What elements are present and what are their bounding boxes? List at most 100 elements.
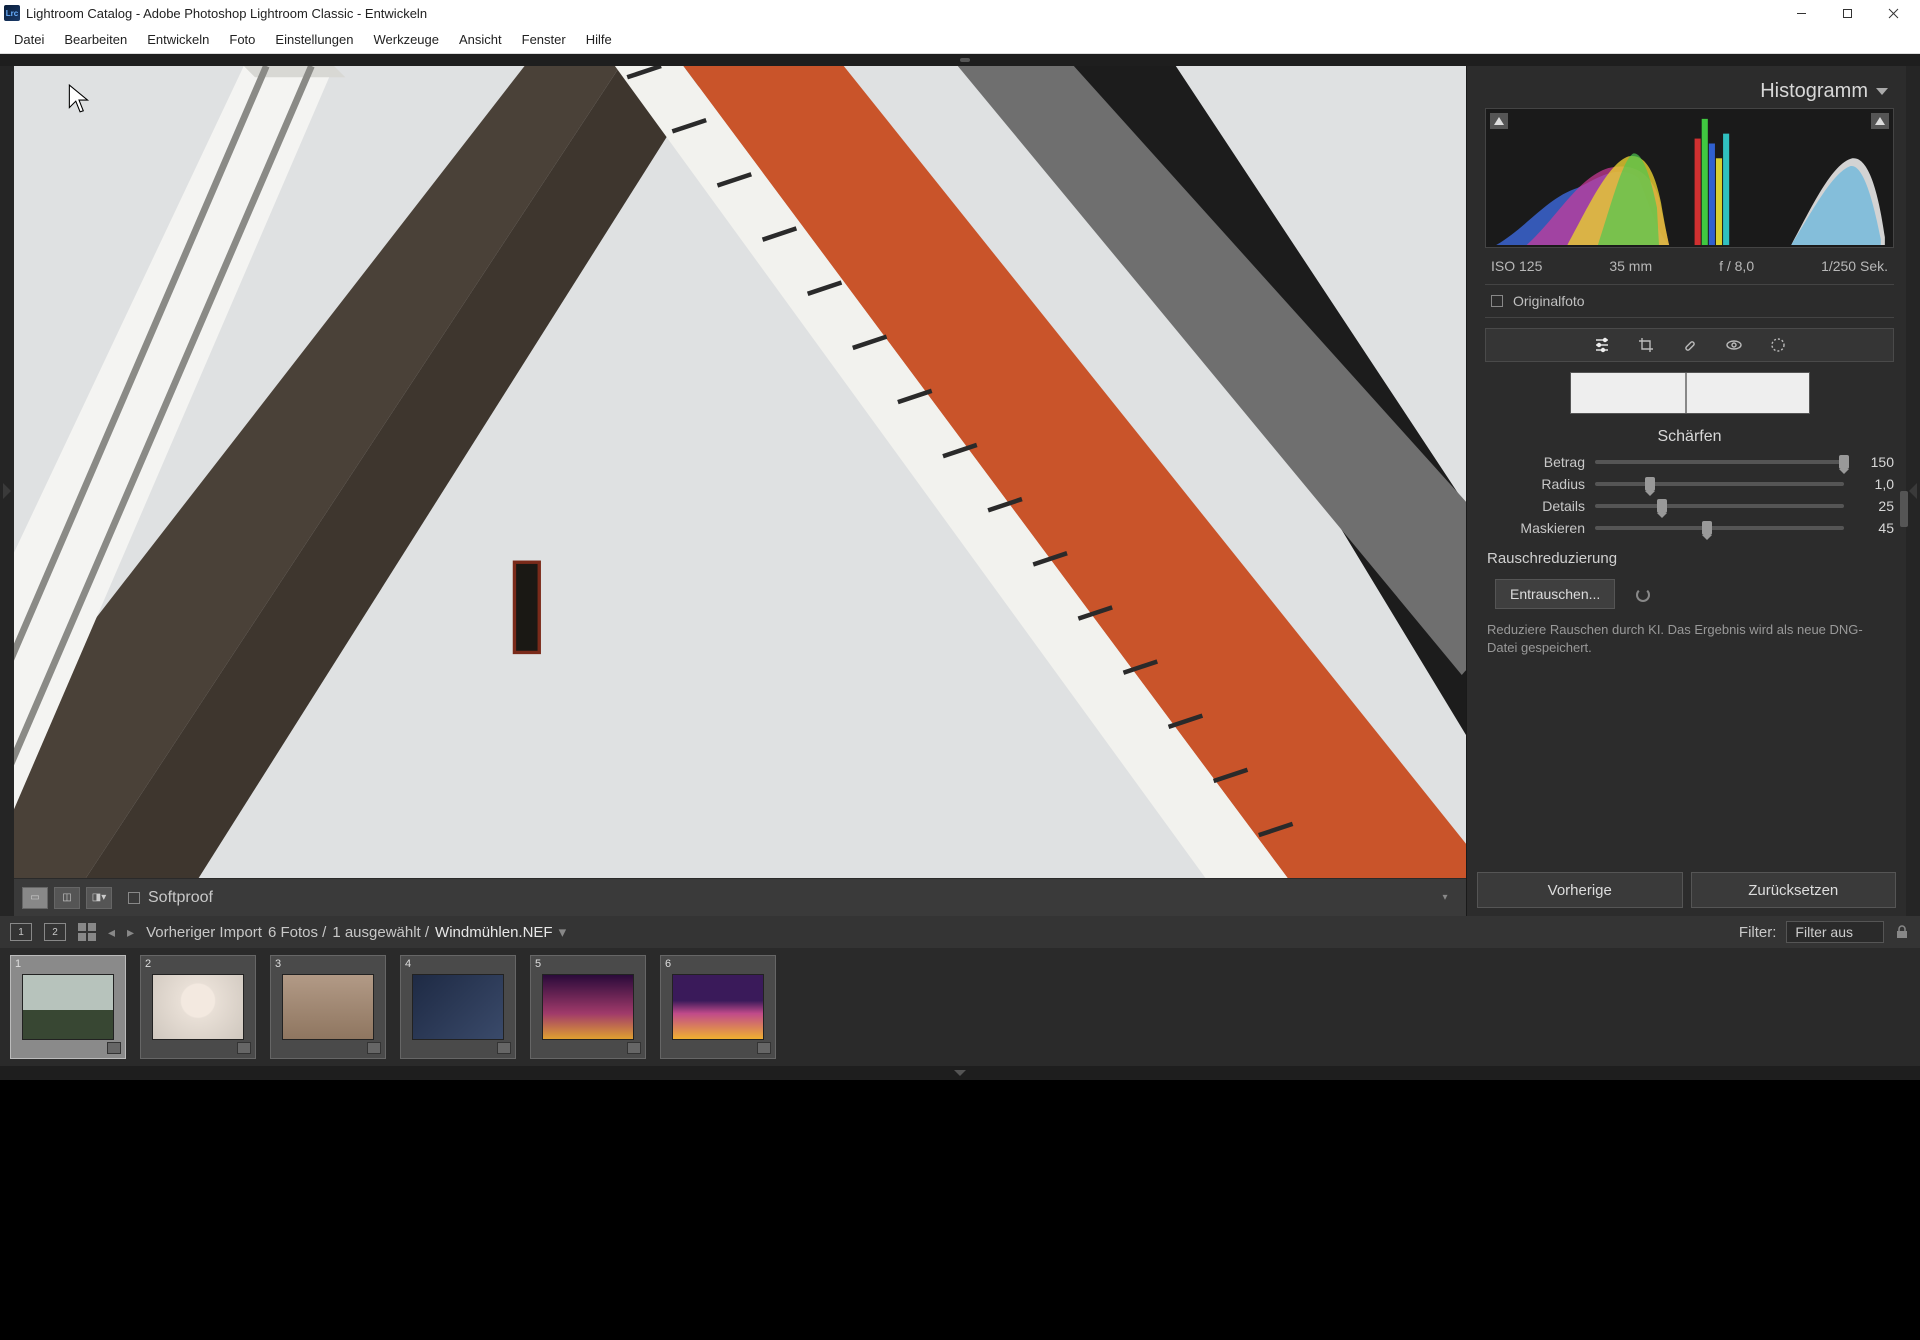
slider-betrag[interactable]: Betrag 150: [1485, 454, 1894, 470]
exif-focal: 35 mm: [1609, 258, 1652, 274]
denoise-button[interactable]: Entrauschen...: [1495, 579, 1615, 609]
redeye-icon[interactable]: [1725, 336, 1743, 354]
menubar: Datei Bearbeiten Entwickeln Foto Einstel…: [0, 26, 1920, 54]
menu-fenster[interactable]: Fenster: [512, 28, 576, 51]
thumb-badge-icon: [107, 1042, 121, 1054]
top-panel-collapsed[interactable]: [0, 54, 1920, 66]
shadow-clip-indicator[interactable]: [1490, 113, 1508, 129]
bottom-panel-collapsed[interactable]: [0, 1066, 1920, 1080]
slider-label: Radius: [1485, 476, 1585, 492]
minimize-button[interactable]: [1778, 0, 1824, 26]
thumb-index: 6: [665, 958, 671, 970]
thumb-badge-icon: [237, 1042, 251, 1054]
tool-strip: [1485, 328, 1894, 362]
nav-fwd-icon[interactable]: ▸: [127, 924, 134, 941]
softproof-checkbox[interactable]: [128, 892, 140, 904]
filmstrip[interactable]: 1 2 3 4 5 6: [0, 948, 1920, 1066]
thumb-badge-icon: [627, 1042, 641, 1054]
edit-sliders-icon[interactable]: [1593, 336, 1611, 354]
histogram[interactable]: [1485, 108, 1894, 248]
slider-label: Betrag: [1485, 454, 1585, 470]
previous-button[interactable]: Vorherige: [1477, 872, 1683, 908]
thumb-image: [152, 974, 244, 1040]
thumbnail[interactable]: 6: [660, 955, 776, 1059]
exif-iso: ISO 125: [1491, 258, 1542, 274]
crumb-selected: 1 ausgewählt /: [332, 924, 429, 941]
before-after-button[interactable]: ◫: [54, 887, 80, 909]
slider-value[interactable]: 25: [1854, 498, 1894, 514]
thumb-index: 1: [15, 958, 21, 970]
slider-value[interactable]: 1,0: [1854, 476, 1894, 492]
maximize-button[interactable]: [1824, 0, 1870, 26]
titlebar: Lrc Lightroom Catalog - Adobe Photoshop …: [0, 0, 1920, 26]
exif-aperture: f / 8,0: [1719, 258, 1754, 274]
reset-button[interactable]: Zurücksetzen: [1691, 872, 1897, 908]
slider-maskieren[interactable]: Maskieren 45: [1485, 520, 1894, 536]
menu-bearbeiten[interactable]: Bearbeiten: [54, 28, 137, 51]
thumbnail[interactable]: 4: [400, 955, 516, 1059]
panel-resize-grip[interactable]: [1900, 491, 1908, 527]
cursor-icon: [68, 84, 90, 114]
sharpen-title: Schärfen: [1485, 428, 1894, 446]
mask-icon[interactable]: [1769, 336, 1787, 354]
loupe-view-button[interactable]: ▭: [22, 887, 48, 909]
crop-icon[interactable]: [1637, 336, 1655, 354]
crumb-count: 6 Fotos /: [268, 924, 326, 941]
denoise-help-text: Reduziere Rauschen durch KI. Das Ergebni…: [1487, 621, 1892, 657]
highlight-clip-indicator[interactable]: [1871, 113, 1889, 129]
develop-right-panel: Histogramm: [1466, 66, 1906, 916]
breadcrumb[interactable]: Vorheriger Import 6 Fotos / 1 ausgewählt…: [146, 923, 566, 941]
thumb-index: 2: [145, 958, 151, 970]
softproof-label: Softproof: [148, 889, 213, 907]
thumbnail[interactable]: 2: [140, 955, 256, 1059]
filter-lock-icon[interactable]: [1894, 924, 1910, 940]
menu-ansicht[interactable]: Ansicht: [449, 28, 512, 51]
menu-datei[interactable]: Datei: [4, 28, 54, 51]
slider-value[interactable]: 45: [1854, 520, 1894, 536]
menu-hilfe[interactable]: Hilfe: [576, 28, 622, 51]
menu-werkzeuge[interactable]: Werkzeuge: [363, 28, 449, 51]
nav-back-icon[interactable]: ◂: [108, 924, 115, 941]
slider-value[interactable]: 150: [1854, 454, 1894, 470]
thumb-badge-icon: [367, 1042, 381, 1054]
toolbar-menu-button[interactable]: ▾: [1432, 887, 1458, 909]
monitor-2-button[interactable]: 2: [44, 923, 66, 941]
filmstrip-toolbar: 1 2 ◂ ▸ Vorheriger Import 6 Fotos / 1 au…: [0, 916, 1920, 948]
monitor-1-button[interactable]: 1: [10, 923, 32, 941]
slider-label: Maskieren: [1485, 520, 1585, 536]
thumb-image: [672, 974, 764, 1040]
slider-radius[interactable]: Radius 1,0: [1485, 476, 1894, 492]
heal-icon[interactable]: [1681, 336, 1699, 354]
thumb-image: [542, 974, 634, 1040]
slider-details[interactable]: Details 25: [1485, 498, 1894, 514]
left-panel-toggle[interactable]: [0, 66, 14, 916]
histogram-title[interactable]: Histogramm: [1760, 80, 1868, 103]
image-preview[interactable]: [14, 66, 1466, 878]
detail-navigator-thumb[interactable]: [1570, 372, 1810, 414]
original-photo-toggle[interactable]: [1491, 295, 1503, 307]
thumb-badge-icon: [757, 1042, 771, 1054]
chevron-down-icon[interactable]: ▾: [559, 923, 567, 941]
letterbox: [0, 1080, 1920, 1340]
crumb-import[interactable]: Vorheriger Import: [146, 924, 262, 941]
thumb-image: [282, 974, 374, 1040]
grid-view-icon[interactable]: [78, 923, 96, 941]
menu-einstellungen[interactable]: Einstellungen: [265, 28, 363, 51]
chevron-down-icon[interactable]: [1876, 88, 1888, 95]
compare-view-button[interactable]: ◨▾: [86, 887, 112, 909]
menu-foto[interactable]: Foto: [219, 28, 265, 51]
thumbnail[interactable]: 3: [270, 955, 386, 1059]
thumb-index: 4: [405, 958, 411, 970]
crumb-filename[interactable]: Windmühlen.NEF: [435, 924, 553, 941]
close-button[interactable]: [1870, 0, 1916, 26]
image-toolbar: ▭ ◫ ◨▾ Softproof ▾: [14, 878, 1466, 916]
thumb-badge-icon: [497, 1042, 511, 1054]
thumbnail[interactable]: 1: [10, 955, 126, 1059]
window-title: Lightroom Catalog - Adobe Photoshop Ligh…: [26, 6, 1778, 21]
filter-select[interactable]: Filter aus: [1786, 921, 1884, 943]
menu-entwickeln[interactable]: Entwickeln: [137, 28, 219, 51]
right-panel-toggle[interactable]: [1906, 66, 1920, 916]
filter-label: Filter:: [1739, 924, 1777, 941]
thumb-index: 5: [535, 958, 541, 970]
thumbnail[interactable]: 5: [530, 955, 646, 1059]
